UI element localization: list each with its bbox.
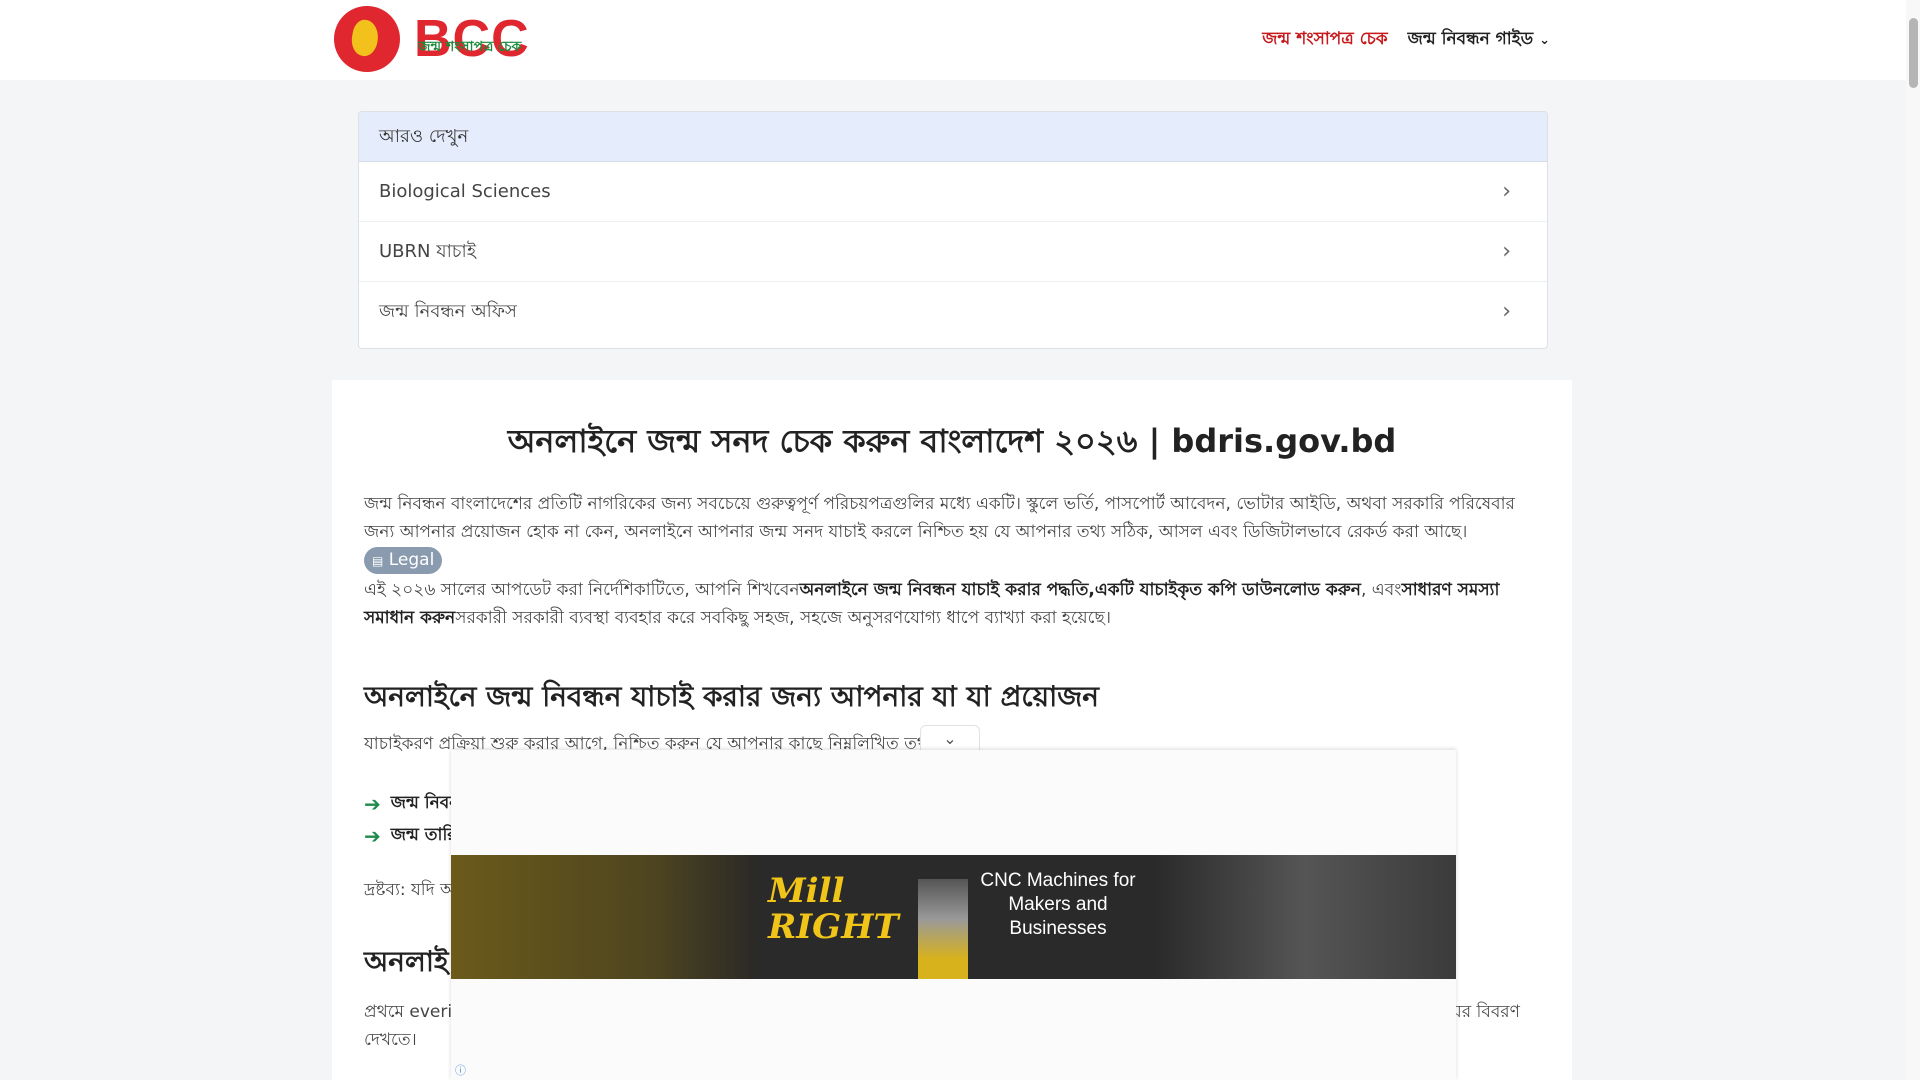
logo-subtitle: জন্ম শংসাপত্র চেক [418,39,522,55]
chevron-right-icon: › [1502,239,1511,264]
ad-collapse-button[interactable]: ⌄ [920,725,980,751]
guide-text: এই ২০২৬ সালের আপডেট করা নির্দেশিকাটিতে, … [364,580,800,600]
see-also-item-registration-office[interactable]: জন্ম নিবন্ধন অফিস › [359,282,1547,342]
ad-brand-line1: Mill [768,871,845,911]
list-item: ➔ জন্ম নিবন [364,788,459,820]
steps-text: প্রথমে everi [364,1002,453,1022]
ad-creative[interactable]: Mill RIGHT CNC Machines for Makers and B… [758,855,1148,979]
guide-text-and: , এবং [1360,580,1402,600]
see-also-item-biological-sciences[interactable]: Biological Sciences › [359,162,1547,222]
bangladesh-map-logo-icon [334,6,400,72]
page-scrollbar[interactable] [1906,0,1920,1080]
cnc-machine-image [918,879,968,979]
note-text: দ্রষ্টব্য: যদি অ [364,880,455,900]
legal-tag-label: Legal [388,550,435,570]
chevron-right-icon: › [1502,299,1511,324]
see-also-item-label: Biological Sciences [379,181,551,202]
guide-paragraph: এই ২০২৬ সালের আপডেট করা নির্দেশিকাটিতে, … [364,576,1544,632]
scrollbar-thumb[interactable] [1909,18,1918,88]
nav-birth-certificate-check[interactable]: জন্ম শংসাপত্র চেক [1262,26,1387,54]
list-item: ➔ জন্ম তারি [364,820,459,852]
section-heading-requirements: অনলাইনে জন্ম নিবন্ধন যাচাই করার জন্য আপন… [364,680,1100,713]
chevron-down-icon: ⌄ [1539,32,1550,48]
ad-headline: CNC Machines for Makers and Businesses [980,870,1136,939]
site-logo[interactable]: BCC জন্ম শংসাপত্র চেক [334,6,534,72]
ad-banner[interactable]: Mill RIGHT CNC Machines for Makers and B… [451,855,1456,979]
list-item-label: জন্ম তারি [390,825,457,845]
ad-brand-line2: RIGHT [768,907,899,947]
list-item-label: জন্ম নিবন [390,793,460,813]
legal-tag[interactable]: ▤ Legal [364,547,443,574]
site-header: BCC জন্ম শংসাপত্র চেক জন্ম শংসাপত্র চেক … [0,0,1906,80]
guide-bold-download: একটি যাচাইকৃত কপি ডাউনলোড করুন [1094,580,1361,600]
anchor-ad: Mill RIGHT CNC Machines for Makers and B… [451,750,1456,1080]
nav-registration-guide-label: জন্ম নিবন্ধন গাইড [1407,29,1534,49]
see-also-item-label: জন্ম নিবন্ধন অফিস [379,301,517,322]
ad-info-icon[interactable]: ⓘ [455,1062,466,1078]
steps-text-line2: দেখতে। [364,1030,417,1050]
requirements-list: ➔ জন্ম নিবন ➔ জন্ম তারি [364,788,459,852]
intro-paragraph: জন্ম নিবন্ধন বাংলাদেশের প্রতিটি নাগরিকের… [364,490,1544,574]
logo-wordmark: BCC জন্ম শংসাপত্র চেক [414,9,534,69]
arrow-right-icon: ➔ [364,792,381,816]
see-also-heading: আরও দেখুন [359,112,1547,162]
chevron-right-icon: › [1502,179,1511,204]
intro-text: জন্ম নিবন্ধন বাংলাদেশের প্রতিটি নাগরিকের… [364,494,1515,542]
see-also-item-label: UBRN যাচাই [379,241,477,262]
main-nav: জন্ম শংসাপত্র চেক জন্ম নিবন্ধন গাইড ⌄ [1262,26,1550,54]
see-also-item-ubrn[interactable]: UBRN যাচাই › [359,222,1547,282]
guide-bold-method: অনলাইনে জন্ম নিবন্ধন যাচাই করার পদ্ধতি [799,580,1089,600]
nav-registration-guide[interactable]: জন্ম নিবন্ধন গাইড ⌄ [1408,26,1550,54]
guide-text-end: সরকারী সরকারী ব্যবস্থা ব্যবহার করে সবকিছ… [455,608,1111,628]
ad-brand-logo: Mill RIGHT [768,873,899,945]
chevron-down-icon: ⌄ [943,729,957,748]
arrow-right-icon: ➔ [364,824,381,848]
document-icon: ▤ [372,554,384,568]
see-also-box: আরও দেখুন Biological Sciences › UBRN যাচ… [358,111,1548,349]
article-title: অনলাইনে জন্ম সনদ চেক করুন বাংলাদেশ ২০২৬ … [507,422,1397,460]
section-heading-online: অনলাই [364,945,449,978]
